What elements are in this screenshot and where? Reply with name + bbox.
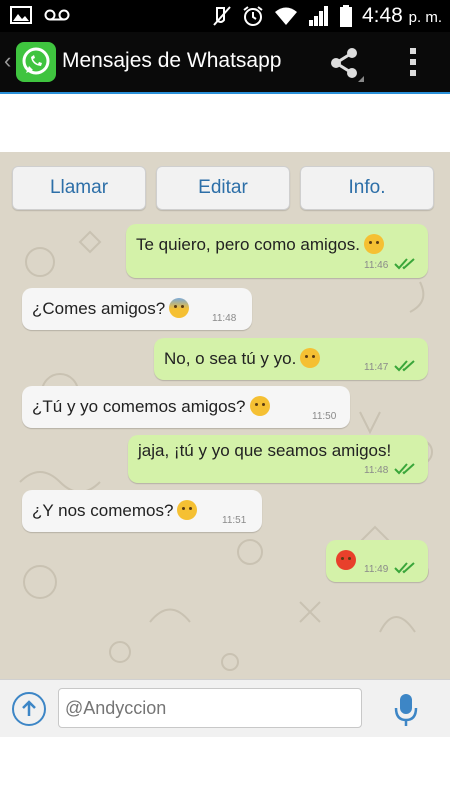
message-bubble-outgoing[interactable]: jaja, ¡tú y yo que seamos amigos! 11:48 — [128, 435, 428, 483]
info-button[interactable]: Info. — [300, 166, 434, 210]
bottom-blank-area — [0, 737, 450, 800]
message-text: ¿Y nos comemos? — [32, 500, 198, 521]
battery-icon — [339, 5, 352, 27]
chat-area[interactable]: Llamar Editar Info. Te quiero, pero como… — [0, 152, 450, 679]
message-composer — [0, 679, 450, 737]
status-time: 4:48 p. m. — [361, 4, 442, 27]
message-input[interactable] — [58, 688, 362, 728]
status-bar: 4:48 p. m. — [0, 0, 450, 32]
message-time: 11:51 — [222, 515, 247, 526]
message-text: jaja, ¡tú y yo que seamos amigos! — [138, 441, 392, 460]
edit-button[interactable]: Editar — [156, 166, 290, 210]
message-bubble-outgoing[interactable]: 11:49 — [326, 540, 428, 582]
angry-face-icon — [336, 550, 356, 570]
message-bubble-outgoing[interactable]: No, o sea tú y yo. 11:47 — [154, 338, 428, 380]
message-time: 11:46 — [364, 260, 389, 271]
grinning-sweat-face-icon — [300, 348, 321, 368]
microphone-icon[interactable] — [394, 692, 418, 728]
smiling-face-icon — [363, 234, 384, 254]
voicemail-icon — [44, 9, 70, 21]
message-bubble-incoming[interactable]: ¿Comes amigos? 11:48 — [22, 288, 252, 330]
message-time: 11:49 — [364, 564, 389, 575]
call-button[interactable]: Llamar — [12, 166, 146, 210]
message-text: ¿Comes amigos? — [32, 298, 190, 319]
mute-icon — [213, 6, 231, 26]
share-icon[interactable] — [324, 46, 364, 82]
alarm-icon — [243, 6, 263, 26]
message-text: No, o sea tú y yo. — [164, 348, 321, 369]
chevron-left-icon[interactable]: ‹ — [4, 48, 11, 74]
message-time: 11:47 — [364, 362, 389, 373]
double-check-icon — [394, 463, 415, 475]
action-bar: ‹ Mensajes de Whatsapp — [0, 32, 450, 92]
double-check-icon — [394, 360, 415, 372]
double-check-icon — [394, 258, 415, 270]
message-bubble-incoming[interactable]: ¿Tú y yo comemos amigos? 11:50 — [22, 386, 350, 428]
wifi-icon — [274, 7, 297, 25]
flushed-face-icon — [177, 500, 198, 520]
message-time: 11:50 — [312, 411, 337, 422]
message-text: Te quiero, pero como amigos. — [136, 234, 384, 255]
message-text: ¿Tú y yo comemos amigos? — [32, 396, 270, 417]
image-icon — [10, 6, 32, 24]
action-bar-underline — [0, 92, 450, 94]
message-bubble-outgoing[interactable]: Te quiero, pero como amigos. 11:46 — [126, 224, 428, 278]
page-title: Mensajes de Whatsapp — [62, 49, 282, 72]
whatsapp-logo-icon[interactable] — [16, 42, 56, 82]
disappointed-face-icon — [249, 396, 270, 416]
overflow-menu-icon[interactable] — [405, 46, 421, 78]
signal-icon — [308, 6, 328, 26]
chat-action-buttons: Llamar Editar Info. — [12, 166, 434, 210]
fearful-face-icon — [169, 298, 190, 318]
arrow-up-circle-icon[interactable] — [12, 692, 46, 726]
message-time: 11:48 — [212, 313, 237, 324]
message-text — [336, 550, 356, 571]
message-time: 11:48 — [364, 465, 389, 476]
message-bubble-incoming[interactable]: ¿Y nos comemos? 11:51 — [22, 490, 262, 532]
double-check-icon — [394, 562, 415, 574]
